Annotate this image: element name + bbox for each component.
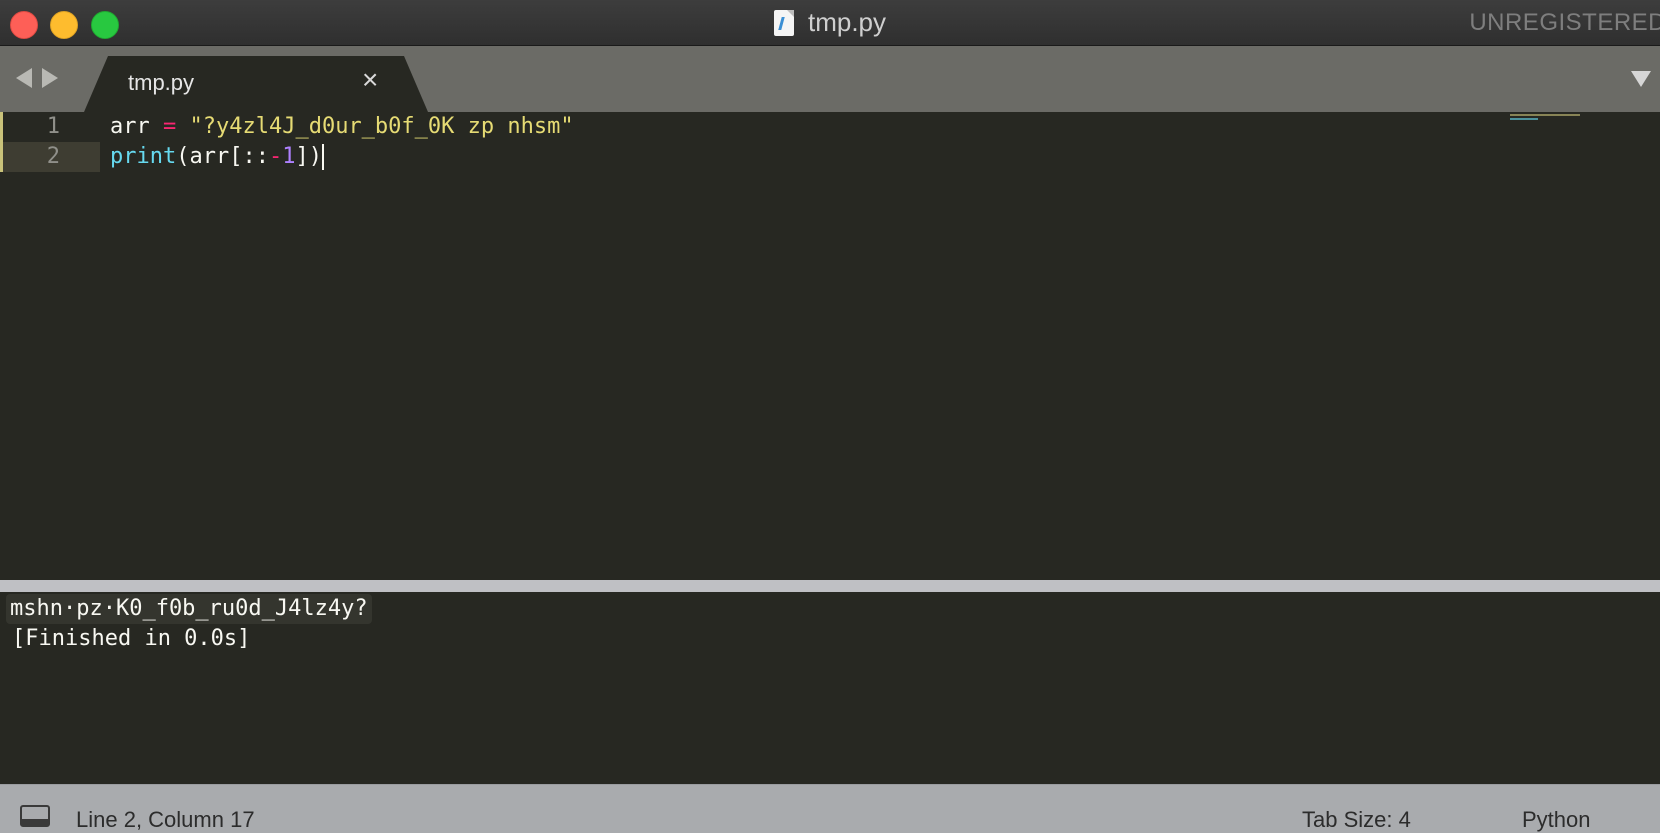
operator-token: = — [163, 114, 177, 139]
minimap-line — [1510, 118, 1538, 120]
arrow-right-icon[interactable] — [42, 68, 58, 88]
text-caret — [321, 144, 324, 170]
window-title: tmp.py — [807, 7, 887, 37]
syntax-selector[interactable]: Python — [1522, 807, 1591, 833]
paren-token: ( — [176, 144, 190, 169]
arrow-left-icon[interactable] — [16, 68, 32, 88]
string-token: "?y4zl4J_d0ur_b0f_0K zp nhsm" — [189, 114, 574, 139]
tab-label: tmp.py — [128, 70, 195, 95]
operator-token: - — [268, 144, 283, 169]
paren-token: ]) — [295, 144, 322, 169]
code-line[interactable]: arr = "?y4zl4J_d0ur_b0f_0K zp nhsm" — [110, 112, 574, 142]
function-token: print — [110, 144, 177, 169]
variable-token: arr — [110, 114, 150, 139]
line-number: 2 — [46, 144, 60, 169]
chevron-down-icon[interactable] — [1631, 71, 1651, 87]
tab-size-selector[interactable]: Tab Size: 4 — [1302, 807, 1411, 833]
minimap[interactable] — [1510, 112, 1580, 126]
title-bar: tmp.py UNREGISTERED — [0, 0, 1660, 46]
line-number: 1 — [46, 114, 60, 139]
cursor-position: Line 2, Column 17 — [76, 807, 255, 832]
argument-token: arr[:: — [189, 144, 269, 169]
close-icon[interactable]: × — [362, 66, 378, 94]
number-token: 1 — [282, 144, 296, 169]
python-file-icon — [773, 9, 794, 36]
window-title-area: tmp.py — [0, 0, 1660, 45]
gutter-row: 1 — [0, 112, 100, 142]
minimap-line — [1510, 114, 1580, 116]
gutter-row: 2 — [0, 142, 100, 172]
build-output-panel[interactable]: mshn·pz·K0_f0b_ru0d_J4lz4y? [Finished in… — [0, 592, 1660, 784]
tab-navigation — [16, 68, 58, 88]
status-bar: Line 2, Column 17 Tab Size: 4 Python — [0, 784, 1660, 833]
panel-splitter[interactable] — [0, 580, 1660, 592]
code-editor[interactable]: 1 2 arr = "?y4zl4J_d0ur_b0f_0K zp nhsm" … — [0, 112, 1660, 580]
license-label: UNREGISTERED — [1469, 9, 1660, 36]
output-line: [Finished in 0.0s] — [12, 626, 251, 651]
output-line: mshn·pz·K0_f0b_ru0d_J4lz4y? — [6, 594, 372, 624]
tab-bar: tmp.py × — [0, 46, 1660, 112]
tab-tmp-py[interactable]: tmp.py × — [84, 56, 428, 112]
panel-toggle-icon[interactable] — [20, 805, 50, 827]
code-line[interactable]: print(arr[::-1]) — [110, 142, 324, 172]
